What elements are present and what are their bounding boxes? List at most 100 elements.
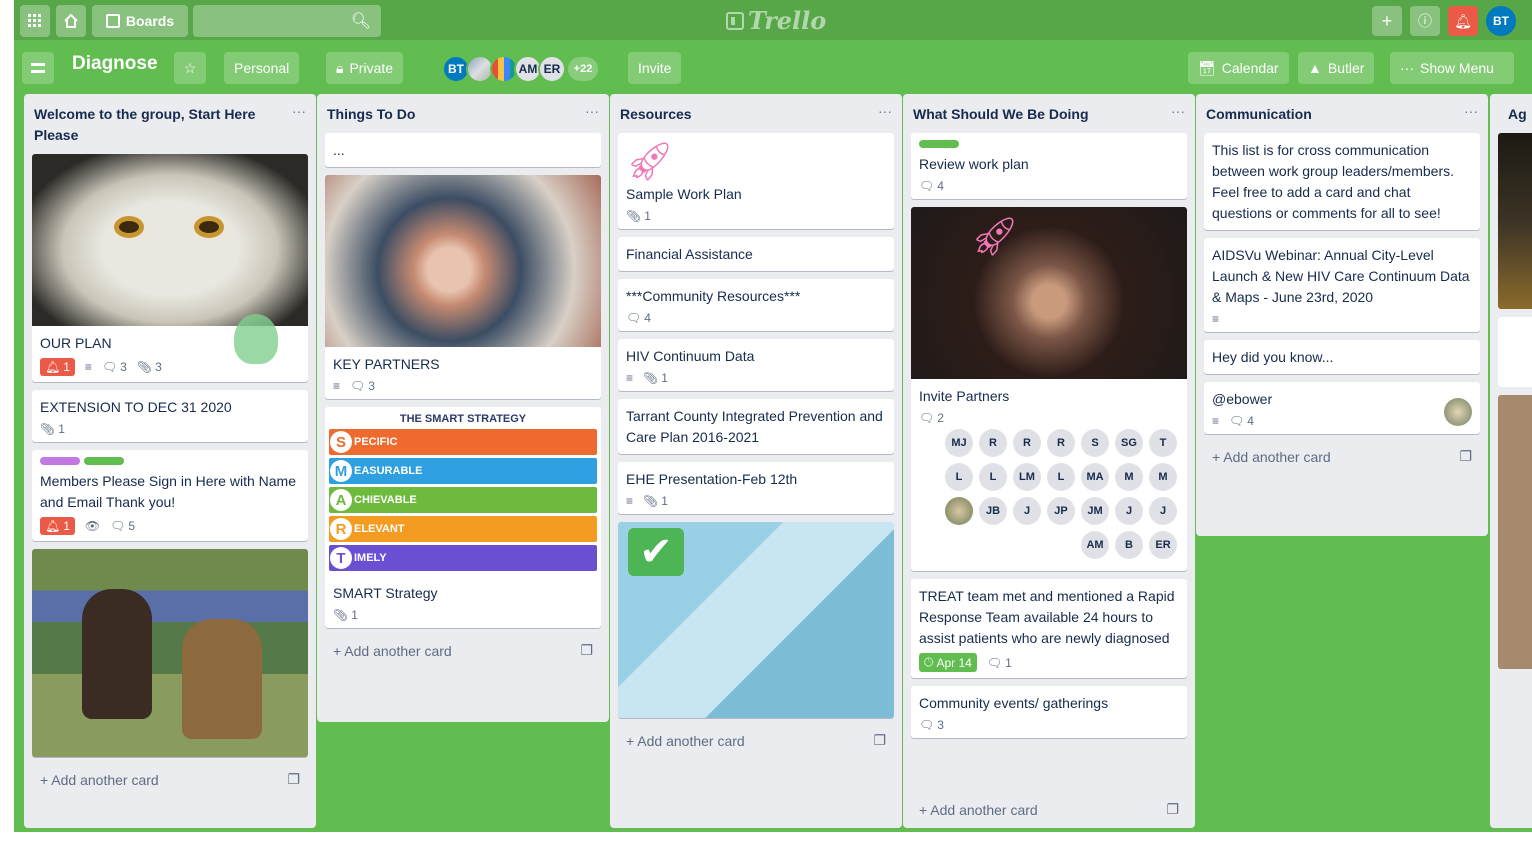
card-member-avatar[interactable] bbox=[1444, 398, 1472, 426]
partial-card-image[interactable] bbox=[1498, 395, 1532, 669]
home-icon[interactable] bbox=[56, 5, 86, 37]
list-title[interactable]: What Should We Be Doing bbox=[913, 104, 1089, 125]
member-chip[interactable]: B bbox=[1115, 531, 1143, 559]
more-members-badge[interactable]: +22 bbox=[566, 55, 600, 83]
member-chip[interactable]: JP bbox=[1047, 497, 1075, 525]
boards-button[interactable]: Boards bbox=[92, 5, 188, 37]
card-sample-work-plan[interactable]: 🚀︎ Sample Work Plan 📎︎ 1 bbox=[618, 133, 894, 229]
member-chip[interactable]: JM bbox=[1081, 497, 1109, 525]
invite-button[interactable]: Invite bbox=[628, 52, 682, 84]
member-chip[interactable]: M bbox=[1115, 463, 1143, 491]
user-avatar[interactable]: BT bbox=[1486, 6, 1516, 36]
member-chip[interactable]: ER bbox=[1149, 531, 1177, 559]
card-financial-assistance[interactable]: Financial Assistance bbox=[618, 237, 894, 271]
card-ebower[interactable]: @ebower ≡ 🗨︎ 4 bbox=[1204, 382, 1480, 434]
member-chip[interactable]: R bbox=[1047, 429, 1075, 457]
card-template-icon[interactable]: ❐ bbox=[1166, 801, 1179, 818]
card-aidsvu-webinar[interactable]: AIDSVu Webinar: Annual City-Level Launch… bbox=[1204, 238, 1480, 332]
add-card-button[interactable]: + Add another card ❐ bbox=[325, 636, 601, 669]
list-menu-icon[interactable]: ··· bbox=[1171, 104, 1185, 125]
member-chip[interactable]: J bbox=[1013, 497, 1041, 525]
card-invite-partners[interactable]: 🚀︎ Invite Partners 🗨︎ 2 MJ R R R S SG T … bbox=[911, 207, 1187, 571]
member-chip[interactable]: LM bbox=[1013, 463, 1041, 491]
list-header[interactable]: Communication ··· bbox=[1204, 94, 1480, 133]
card-ehe-presentation[interactable]: EHE Presentation-Feb 12th ≡ 📎︎ 1 bbox=[618, 462, 894, 514]
search-input[interactable]: 🔍︎ bbox=[193, 5, 381, 37]
apps-grid-icon[interactable] bbox=[20, 5, 50, 37]
list-title[interactable]: Ag bbox=[1508, 104, 1527, 125]
member-chip[interactable]: L bbox=[945, 463, 973, 491]
member-chip[interactable]: T bbox=[1149, 429, 1177, 457]
card-hiv-continuum[interactable]: HIV Continuum Data ≡ 📎︎ 1 bbox=[618, 339, 894, 391]
card-extension[interactable]: EXTENSION TO DEC 31 2020 📎︎ 1 bbox=[32, 390, 308, 442]
member-chip-photo[interactable] bbox=[945, 497, 973, 525]
card-dots[interactable]: ... bbox=[325, 133, 601, 167]
info-icon[interactable]: ⓘ bbox=[1410, 6, 1440, 36]
invite-label: Invite bbox=[638, 60, 672, 76]
add-card-button[interactable]: + Add another card ❐ bbox=[1204, 442, 1480, 475]
card-review-work-plan[interactable]: Review work plan 🗨︎ 4 bbox=[911, 133, 1187, 199]
star-icon[interactable]: ☆ bbox=[174, 52, 206, 84]
list-menu-icon[interactable]: ··· bbox=[585, 104, 599, 125]
member-chip[interactable]: S bbox=[1081, 429, 1109, 457]
list-menu-icon[interactable]: ··· bbox=[292, 104, 306, 146]
card-community-resources[interactable]: ***Community Resources*** 🗨︎ 4 bbox=[618, 279, 894, 331]
card-template-icon[interactable]: ❐ bbox=[1459, 448, 1472, 465]
team-button[interactable]: Personal bbox=[224, 52, 300, 84]
calendar-button[interactable]: 📅︎ Calendar bbox=[1188, 52, 1289, 84]
list-title[interactable]: Welcome to the group, Start Here Please bbox=[34, 104, 292, 146]
due-date-badge[interactable]: 🕒︎ Apr 14 bbox=[919, 653, 977, 672]
list-menu-icon[interactable]: ··· bbox=[1464, 104, 1478, 125]
card-pills-image[interactable]: ✔ bbox=[618, 522, 894, 718]
trello-logo[interactable]: Trello bbox=[726, 6, 826, 35]
card-community-events[interactable]: Community events/ gatherings 🗨︎ 3 bbox=[911, 686, 1187, 738]
card-template-icon[interactable]: ❐ bbox=[287, 771, 300, 788]
visibility-button[interactable]: 🔒︎ Private bbox=[326, 52, 404, 84]
member-chip[interactable]: L bbox=[1047, 463, 1075, 491]
board-title[interactable]: Diagnose bbox=[72, 53, 158, 75]
card-members-sign-in[interactable]: Members Please Sign in Here with Name an… bbox=[32, 450, 308, 541]
list-menu-icon[interactable]: ··· bbox=[878, 104, 892, 125]
list-header[interactable]: Things To Do ··· bbox=[325, 94, 601, 133]
card-tarrant-county[interactable]: Tarrant County Integrated Prevention and… bbox=[618, 399, 894, 454]
member-chip[interactable]: R bbox=[979, 429, 1007, 457]
member-chip[interactable]: L bbox=[979, 463, 1007, 491]
butler-button[interactable]: ▲ Butler bbox=[1298, 52, 1375, 84]
show-menu-button[interactable]: ··· Show Menu bbox=[1390, 52, 1514, 84]
create-plus-icon[interactable]: + bbox=[1372, 6, 1402, 36]
list-header[interactable]: Resources ··· bbox=[618, 94, 894, 133]
member-chip[interactable]: MJ bbox=[945, 429, 973, 457]
add-card-button[interactable]: + Add another card ❐ bbox=[32, 765, 308, 798]
list-header[interactable]: Ag bbox=[1490, 94, 1532, 133]
notifications-bell-icon[interactable]: 🔔︎ bbox=[1448, 6, 1478, 36]
card-template-icon[interactable]: ❐ bbox=[580, 642, 593, 659]
card-template-icon[interactable]: ❐ bbox=[873, 732, 886, 749]
member-chip[interactable]: J bbox=[1149, 497, 1177, 525]
list-header[interactable]: Welcome to the group, Start Here Please … bbox=[32, 94, 308, 154]
member-chip[interactable]: SG bbox=[1115, 429, 1143, 457]
partial-card[interactable] bbox=[1498, 317, 1532, 387]
member-avatar[interactable]: ER bbox=[538, 55, 566, 83]
card-smart-strategy[interactable]: THE SMART STRATEGY S PECIFIC M EASURABLE A… bbox=[325, 407, 601, 628]
board-menu-icon[interactable] bbox=[22, 52, 54, 84]
member-chip[interactable]: MA bbox=[1081, 463, 1109, 491]
member-chip[interactable]: M bbox=[1149, 463, 1177, 491]
card-did-you-know[interactable]: Hey did you know... bbox=[1204, 340, 1480, 374]
add-card-button[interactable]: + Add another card ❐ bbox=[911, 795, 1187, 828]
add-card-button[interactable]: + Add another card ❐ bbox=[618, 726, 894, 759]
card-dogs-image[interactable] bbox=[32, 549, 308, 757]
list-title[interactable]: Communication bbox=[1206, 104, 1312, 125]
member-chip[interactable]: JB bbox=[979, 497, 1007, 525]
partial-card-image[interactable] bbox=[1498, 133, 1532, 309]
member-chip[interactable]: R bbox=[1013, 429, 1041, 457]
card-title: Community events/ gatherings bbox=[919, 695, 1109, 711]
card-our-plan[interactable]: OUR PLAN 🔔︎ 1 ≡ 🗨︎ 3 📎︎ 3 bbox=[32, 154, 308, 382]
list-title[interactable]: Things To Do bbox=[327, 104, 415, 125]
member-chip[interactable]: J bbox=[1115, 497, 1143, 525]
card-treat-team[interactable]: TREAT team met and mentioned a Rapid Res… bbox=[911, 579, 1187, 678]
card-communication-intro[interactable]: This list is for cross communication bet… bbox=[1204, 133, 1480, 230]
list-header[interactable]: What Should We Be Doing ··· bbox=[911, 94, 1187, 133]
member-chip[interactable]: AM bbox=[1081, 531, 1109, 559]
list-title[interactable]: Resources bbox=[620, 104, 692, 125]
card-key-partners[interactable]: KEY PARTNERS ≡ 🗨︎ 3 bbox=[325, 175, 601, 399]
